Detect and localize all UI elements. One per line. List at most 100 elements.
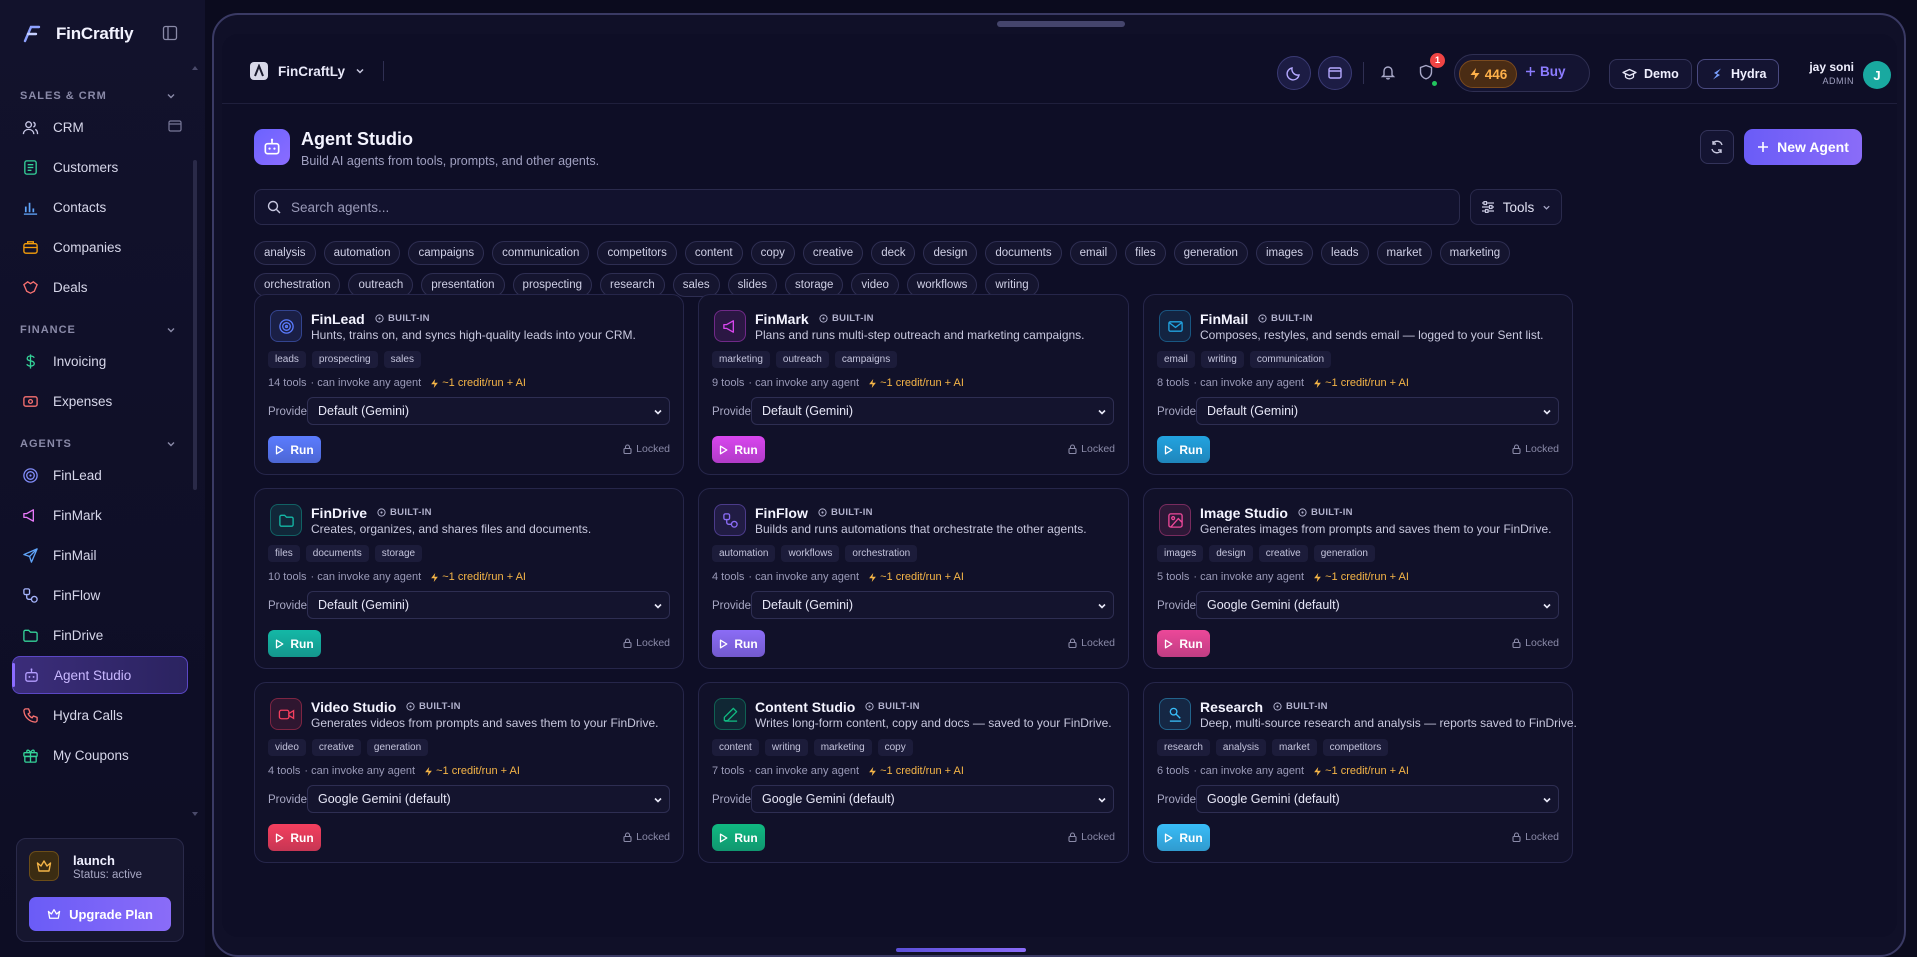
agent-tag[interactable]: copy [877,739,913,756]
agent-tag[interactable]: files [268,545,300,562]
filter-tag-files[interactable]: files [1125,241,1166,265]
filter-tag-analysis[interactable]: analysis [254,241,316,265]
sidebar-item-hydra-calls[interactable]: Hydra Calls [12,696,188,734]
agent-tag[interactable]: storage [374,545,423,562]
provider-select[interactable]: Google Gemini (default) [1196,591,1559,619]
buy-credits-button[interactable]: Buy [1525,64,1566,79]
search-input[interactable] [291,199,1441,215]
agent-tag[interactable]: campaigns [834,351,898,368]
agent-tag[interactable]: prospecting [311,351,378,368]
run-agent-button[interactable]: Run [1157,630,1210,657]
sidebar-item-finlead[interactable]: FinLead [12,456,188,494]
filter-tag-market[interactable]: market [1376,241,1432,265]
agent-tag[interactable]: workflows [781,545,840,562]
agent-tag[interactable]: leads [268,351,306,368]
agent-tag[interactable]: design [1209,545,1253,562]
agent-tag[interactable]: communication [1249,351,1332,368]
agent-tag[interactable]: content [712,739,759,756]
avatar[interactable]: J [1863,61,1891,89]
sidebar-item-customers[interactable]: Customers [12,148,188,186]
run-agent-button[interactable]: Run [1157,824,1210,851]
sidebar-item-crm[interactable]: CRM [12,108,188,146]
agent-tag[interactable]: marketing [712,351,770,368]
agent-tag[interactable]: market [1272,739,1317,756]
agent-tag[interactable]: creative [1258,545,1308,562]
provider-select[interactable]: Google Gemini (default) [751,785,1114,813]
sidebar-item-findrive[interactable]: FinDrive [12,616,188,654]
refresh-button[interactable] [1700,130,1734,164]
upgrade-plan-button[interactable]: Upgrade Plan [29,897,171,931]
collapse-sidebar-icon[interactable] [162,25,178,41]
run-agent-button[interactable]: Run [268,824,321,851]
hydra-button[interactable]: Hydra [1697,59,1780,89]
agent-tag[interactable]: images [1157,545,1204,562]
theme-toggle-button[interactable] [1277,56,1311,90]
filter-tag-email[interactable]: email [1069,241,1118,265]
notifications-button[interactable] [1378,62,1398,82]
sidebar-item-finmail[interactable]: FinMail [12,536,188,574]
provider-select[interactable]: Default (Gemini) [751,397,1114,425]
filter-tag-campaigns[interactable]: campaigns [408,241,485,265]
agent-tag[interactable]: marketing [813,739,872,756]
sidebar-item-finflow[interactable]: FinFlow [12,576,188,614]
agent-tag[interactable]: generation [1313,545,1375,562]
provider-select[interactable]: Default (Gemini) [307,591,670,619]
filter-tag-content[interactable]: content [684,241,743,265]
sidebar-item-contacts[interactable]: Contacts [12,188,188,226]
run-agent-button[interactable]: Run [268,630,321,657]
sidebar-item-expenses[interactable]: Expenses [12,382,188,420]
agent-tag[interactable]: automation [712,545,776,562]
provider-select[interactable]: Default (Gemini) [751,591,1114,619]
agent-tag[interactable]: sales [383,351,421,368]
agent-tag[interactable]: generation [366,739,429,756]
sidebar-item-finmark[interactable]: FinMark [12,496,188,534]
tools-filter-dropdown[interactable]: Tools [1470,189,1562,225]
section-sales-crm[interactable]: SALES & CRM [0,86,200,106]
agent-tag[interactable]: writing [764,739,808,756]
new-agent-button[interactable]: New Agent [1744,129,1862,165]
run-agent-button[interactable]: Run [1157,436,1210,463]
filter-tag-marketing[interactable]: marketing [1439,241,1511,265]
provider-select[interactable]: Google Gemini (default) [1196,785,1559,813]
brand[interactable]: FinCraftly [20,20,134,48]
sidebar-item-agent-studio[interactable]: Agent Studio [12,656,188,694]
section-finance[interactable]: FINANCE [0,320,200,340]
filter-tag-competitors[interactable]: competitors [597,241,677,265]
run-agent-button[interactable]: Run [712,630,765,657]
sidebar-item-invoicing[interactable]: Invoicing [12,342,188,380]
demo-button[interactable]: Demo [1609,59,1692,89]
filter-tag-design[interactable]: design [923,241,978,265]
sidebar-scroll-up[interactable] [192,66,198,70]
filter-tag-deck[interactable]: deck [871,241,916,265]
sidebar-item-my-coupons[interactable]: My Coupons [12,736,188,774]
agent-tag[interactable]: analysis [1215,739,1267,756]
agent-tag[interactable]: creative [311,739,361,756]
filter-tag-copy[interactable]: copy [750,241,795,265]
filter-tag-documents[interactable]: documents [985,241,1062,265]
filter-tag-communication[interactable]: communication [492,241,590,265]
filter-tag-generation[interactable]: generation [1173,241,1248,265]
agent-tag[interactable]: competitors [1322,739,1389,756]
filter-tag-leads[interactable]: leads [1321,241,1369,265]
provider-select[interactable]: Google Gemini (default) [307,785,670,813]
run-agent-button[interactable]: Run [712,436,765,463]
window-button[interactable] [1318,56,1352,90]
user-info[interactable]: jay soni ADMIN [1794,60,1854,86]
section-agents[interactable]: AGENTS [0,434,200,454]
agent-tag[interactable]: research [1157,739,1210,756]
provider-select[interactable]: Default (Gemini) [307,397,670,425]
sidebar-item-companies[interactable]: Companies [12,228,188,266]
agent-tag[interactable]: video [268,739,306,756]
agent-tag[interactable]: outreach [775,351,829,368]
provider-select[interactable]: Default (Gemini) [1196,397,1559,425]
agent-tag[interactable]: documents [305,545,369,562]
agent-tag[interactable]: orchestration [845,545,918,562]
sidebar-item-deals[interactable]: Deals [12,268,188,306]
filter-tag-creative[interactable]: creative [802,241,864,265]
run-agent-button[interactable]: Run [268,436,321,463]
agent-tag[interactable]: writing [1200,351,1244,368]
run-agent-button[interactable]: Run [712,824,765,851]
filter-tag-images[interactable]: images [1255,241,1314,265]
agent-tag[interactable]: email [1157,351,1195,368]
filter-tag-automation[interactable]: automation [323,241,401,265]
